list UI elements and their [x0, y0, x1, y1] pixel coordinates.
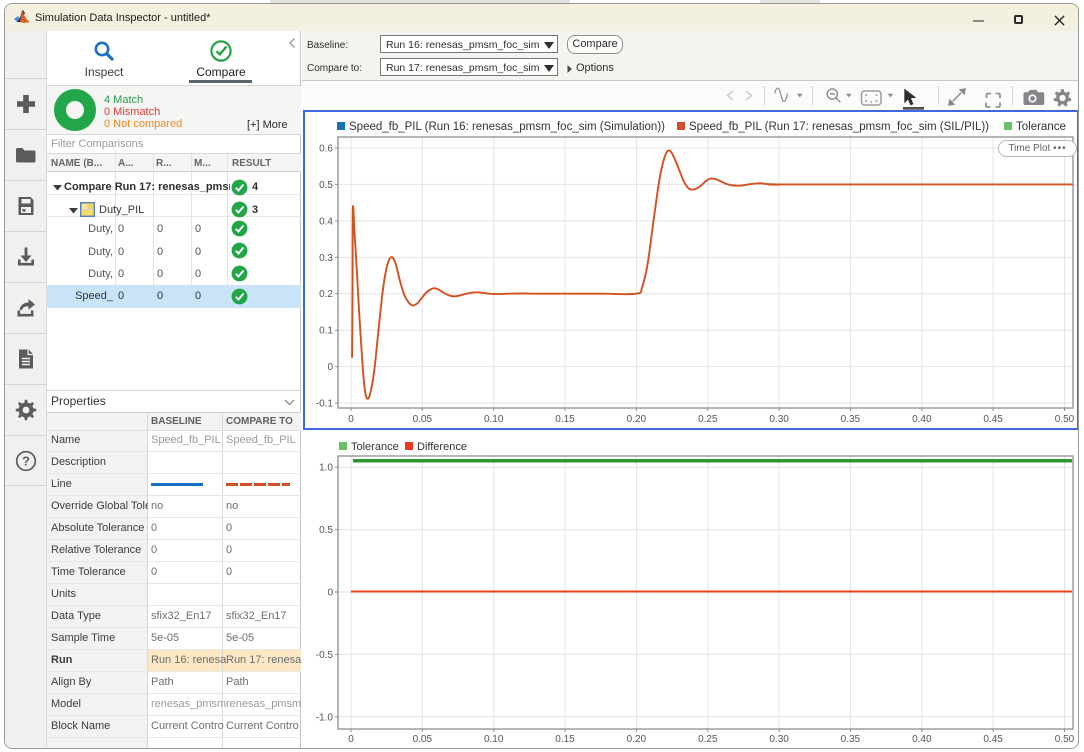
svg-text:0.45: 0.45 — [983, 414, 1003, 425]
svg-text:Speed_fb_PIL (Run 16: renesas_: Speed_fb_PIL (Run 16: renesas_pmsm_foc_s… — [349, 121, 665, 133]
svg-text:0.5: 0.5 — [319, 180, 333, 191]
svg-text:0.10: 0.10 — [484, 734, 504, 745]
svg-text:0.40: 0.40 — [912, 414, 932, 425]
svg-text:0.15: 0.15 — [555, 734, 575, 745]
svg-text:0: 0 — [348, 734, 354, 745]
svg-text:0.50: 0.50 — [1055, 734, 1075, 745]
svg-text:0.45: 0.45 — [983, 734, 1003, 745]
svg-text:0.5: 0.5 — [319, 525, 333, 536]
svg-text:0.3: 0.3 — [319, 253, 333, 264]
svg-text:0.2: 0.2 — [319, 289, 333, 300]
svg-text:Tolerance: Tolerance — [351, 441, 399, 453]
svg-text:-0.1: -0.1 — [316, 399, 334, 410]
svg-text:0.30: 0.30 — [769, 414, 789, 425]
svg-text:0.20: 0.20 — [627, 734, 647, 745]
svg-text:Tolerance: Tolerance — [1016, 121, 1066, 133]
svg-text:0: 0 — [327, 362, 333, 373]
svg-text:0.6: 0.6 — [319, 144, 333, 155]
svg-text:0.30: 0.30 — [769, 734, 789, 745]
svg-text:0.25: 0.25 — [698, 414, 718, 425]
svg-text:0.4: 0.4 — [319, 216, 333, 227]
svg-text:0.25: 0.25 — [698, 734, 718, 745]
svg-text:0: 0 — [348, 414, 354, 425]
svg-text:0.20: 0.20 — [627, 414, 647, 425]
svg-text:0.35: 0.35 — [841, 414, 861, 425]
svg-text:1.0: 1.0 — [319, 463, 333, 474]
svg-text:0.40: 0.40 — [912, 734, 932, 745]
svg-text:0.35: 0.35 — [841, 734, 861, 745]
svg-text:0.05: 0.05 — [413, 734, 433, 745]
svg-text:0.10: 0.10 — [484, 414, 504, 425]
svg-text:Difference: Difference — [417, 441, 467, 453]
svg-text:0.15: 0.15 — [555, 414, 575, 425]
svg-text:0.50: 0.50 — [1055, 414, 1075, 425]
svg-text:0.05: 0.05 — [413, 414, 433, 425]
svg-text:-1.0: -1.0 — [316, 712, 334, 723]
svg-text:Speed_fb_PIL (Run 17: renesas_: Speed_fb_PIL (Run 17: renesas_pmsm_foc_s… — [689, 121, 989, 133]
svg-text:?: ? — [22, 453, 30, 468]
svg-text:0: 0 — [327, 588, 333, 599]
svg-text:-0.5: -0.5 — [316, 650, 334, 661]
svg-text:0.1: 0.1 — [319, 326, 333, 337]
